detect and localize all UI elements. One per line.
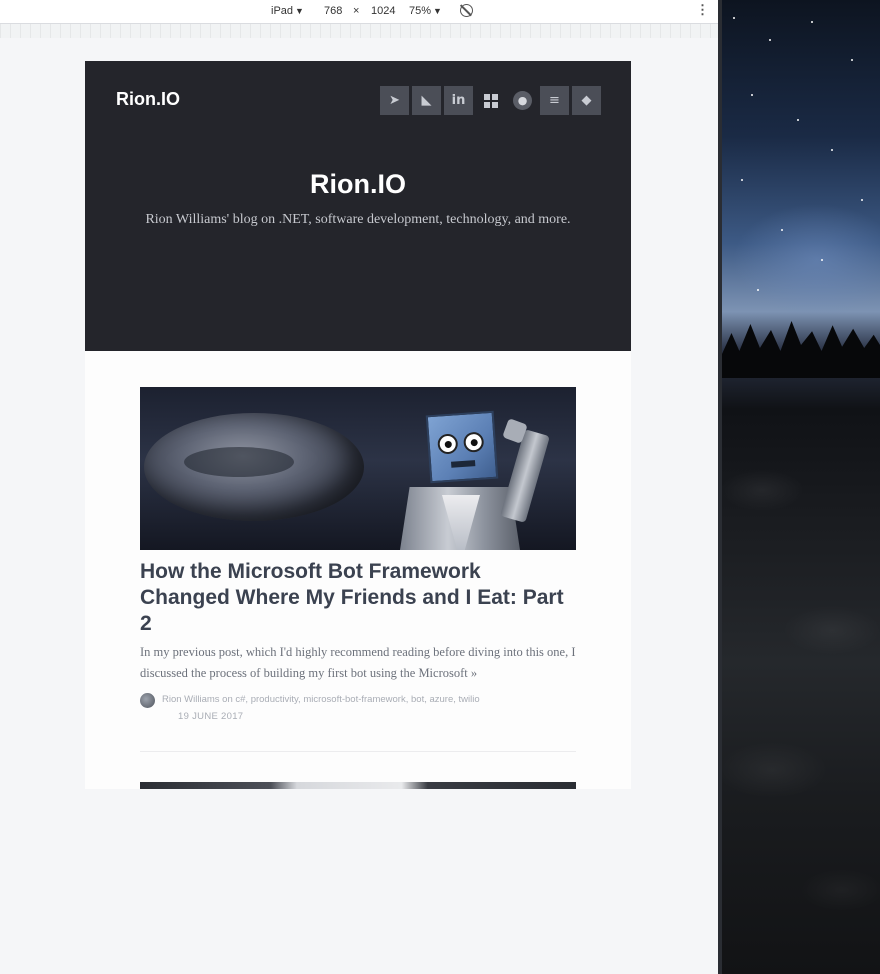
git-icon[interactable]: ◆ — [572, 86, 601, 115]
site-tagline: Rion Williams' blog on .NET, software de… — [145, 212, 571, 227]
device-select[interactable]: iPad ▼ — [271, 5, 304, 17]
linkedin-icon[interactable]: in — [444, 86, 473, 115]
device-caret-icon: ▼ — [295, 6, 304, 16]
robot-body-illustration — [400, 487, 520, 550]
windows-glyph — [483, 93, 498, 108]
more-options-icon[interactable]: ⋮ — [696, 2, 709, 18]
zoom-caret-icon: ▼ — [433, 6, 442, 16]
post-divider — [140, 751, 576, 752]
post-byline[interactable]: Rion Williams on c#, productivity, micro… — [162, 694, 480, 705]
next-post-image[interactable] — [140, 782, 576, 789]
robot-arm-illustration — [500, 429, 550, 523]
dimension-separator: × — [353, 5, 360, 17]
stackoverflow-icon[interactable]: ≡ — [540, 86, 569, 115]
post-feature-image[interactable] — [140, 387, 576, 550]
planet-illustration — [144, 413, 364, 521]
zoom-select[interactable]: 75% ▼ — [409, 5, 442, 17]
social-links: ➤ ◣ in ● ≡ ◆ — [380, 86, 601, 115]
author-avatar — [140, 693, 155, 708]
github-icon[interactable]: ● — [508, 86, 537, 115]
rotate-icon[interactable] — [460, 4, 473, 17]
windows-icon[interactable] — [476, 86, 505, 115]
wallpaper-rocks — [722, 450, 880, 974]
device-name: iPad — [271, 5, 294, 17]
robot-eye-right — [463, 431, 485, 453]
viewport-ruler — [0, 24, 720, 38]
robot-eye-left — [437, 433, 459, 455]
linkedin-glyph: in — [451, 93, 466, 108]
wallpaper-stars — [722, 0, 880, 340]
viewport-width-input[interactable]: 768 — [324, 5, 342, 17]
post-title-link[interactable]: How the Microsoft Bot Framework Changed … — [140, 559, 570, 637]
post-excerpt: In my previous post, which I'd highly re… — [140, 645, 576, 680]
rss-glyph: ◣ — [421, 93, 432, 108]
twitter-glyph: ➤ — [389, 93, 400, 108]
desktop-wallpaper — [722, 0, 880, 974]
post-meta: Rion Williams on c#, productivity, micro… — [140, 692, 576, 726]
git-glyph: ◆ — [581, 93, 592, 108]
zoom-level: 75% — [409, 5, 432, 17]
site-brand-link[interactable]: Rion.IO — [116, 89, 180, 110]
github-glyph: ● — [513, 91, 532, 110]
blog-page: Rion.IO ➤ ◣ in ● ≡ ◆ Rion.IO Rion Willia… — [85, 61, 631, 789]
rss-icon[interactable]: ◣ — [412, 86, 441, 115]
site-header: Rion.IO ➤ ◣ in ● ≡ ◆ Rion.IO Rion Willia… — [85, 61, 631, 351]
site-title: Rion.IO — [310, 169, 406, 199]
twitter-icon[interactable]: ➤ — [380, 86, 409, 115]
robot-mouth — [451, 460, 476, 468]
viewport-height-input[interactable]: 1024 — [371, 5, 395, 17]
robot-head-illustration — [425, 410, 499, 484]
devtools-device-toolbar: iPad ▼ 768 × 1024 75% ▼ ⋮ — [0, 0, 720, 24]
stackoverflow-glyph: ≡ — [549, 93, 560, 108]
post-date: 19 JUNE 2017 — [178, 711, 244, 722]
